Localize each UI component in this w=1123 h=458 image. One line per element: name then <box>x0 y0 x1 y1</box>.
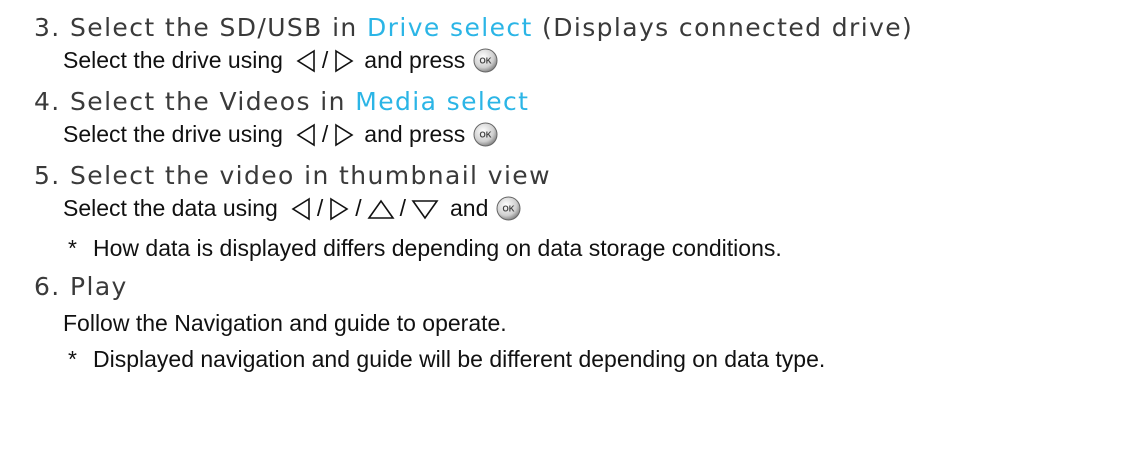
right-arrow-icon <box>333 123 355 147</box>
down-arrow-icon <box>411 197 439 221</box>
step-text: Select the SD/USB in <box>70 13 368 42</box>
note-marker: * <box>68 346 77 372</box>
left-arrow-icon <box>295 49 317 73</box>
right-arrow-icon <box>333 49 355 73</box>
step-6-note: * Displayed navigation and guide will be… <box>68 343 1123 376</box>
up-arrow-icon <box>367 197 395 221</box>
instruction-text: Follow the Navigation and guide to opera… <box>63 310 507 336</box>
separator: / <box>321 47 329 73</box>
ok-button-icon: OK <box>473 122 498 147</box>
drive-select-highlight: Drive select <box>367 13 533 42</box>
svg-text:OK: OK <box>480 57 492 66</box>
step-6-heading: 6. Play <box>34 271 1123 303</box>
svg-text:OK: OK <box>480 131 492 140</box>
step-4-instruction: Select the drive using / and press OK <box>63 118 1123 151</box>
note-marker: * <box>68 235 77 261</box>
step-3-instruction: Select the drive using / and press OK <box>63 44 1123 77</box>
separator: / <box>321 121 329 147</box>
instruction-text: Select the drive using <box>63 47 283 73</box>
left-arrow-icon <box>290 197 312 221</box>
step-text: Play <box>70 272 128 301</box>
separator: / <box>316 195 324 221</box>
step-6-instruction: Follow the Navigation and guide to opera… <box>63 307 1123 340</box>
step-text: Select the Videos in <box>70 87 356 116</box>
step-5-instruction: Select the data using / / / and OK <box>63 192 1123 225</box>
left-arrow-icon <box>295 123 317 147</box>
instruction-document: 3. Select the SD/USB in Drive select (Di… <box>34 0 1123 376</box>
step-5-note: * How data is displayed differs dependin… <box>68 232 1123 265</box>
instruction-text: and press <box>364 121 466 147</box>
ok-button-icon: OK <box>496 196 521 221</box>
step-4-heading: 4. Select the Videos in Media select <box>34 86 1123 118</box>
step-number: 3. <box>34 13 61 42</box>
ok-button-icon: OK <box>473 48 498 73</box>
step-text-suffix: (Displays connected drive) <box>532 13 914 42</box>
step-number: 6. <box>34 272 61 301</box>
media-select-highlight: Media select <box>355 87 530 116</box>
instruction-text: Select the drive using <box>63 121 283 147</box>
separator: / <box>355 195 362 221</box>
step-3-heading: 3. Select the SD/USB in Drive select (Di… <box>34 12 1123 44</box>
note-text: How data is displayed differs depending … <box>93 235 782 261</box>
instruction-text: Select the data using <box>63 195 278 221</box>
svg-text:OK: OK <box>503 205 515 214</box>
separator: / <box>399 195 406 221</box>
instruction-text: and <box>450 195 489 221</box>
step-number: 4. <box>34 87 61 116</box>
right-arrow-icon <box>328 197 350 221</box>
step-text: Select the video in thumbnail view <box>70 161 551 190</box>
note-text: Displayed navigation and guide will be d… <box>93 346 826 372</box>
instruction-text: and press <box>364 47 466 73</box>
step-5-heading: 5. Select the video in thumbnail view <box>34 160 1123 192</box>
step-number: 5. <box>34 161 61 190</box>
